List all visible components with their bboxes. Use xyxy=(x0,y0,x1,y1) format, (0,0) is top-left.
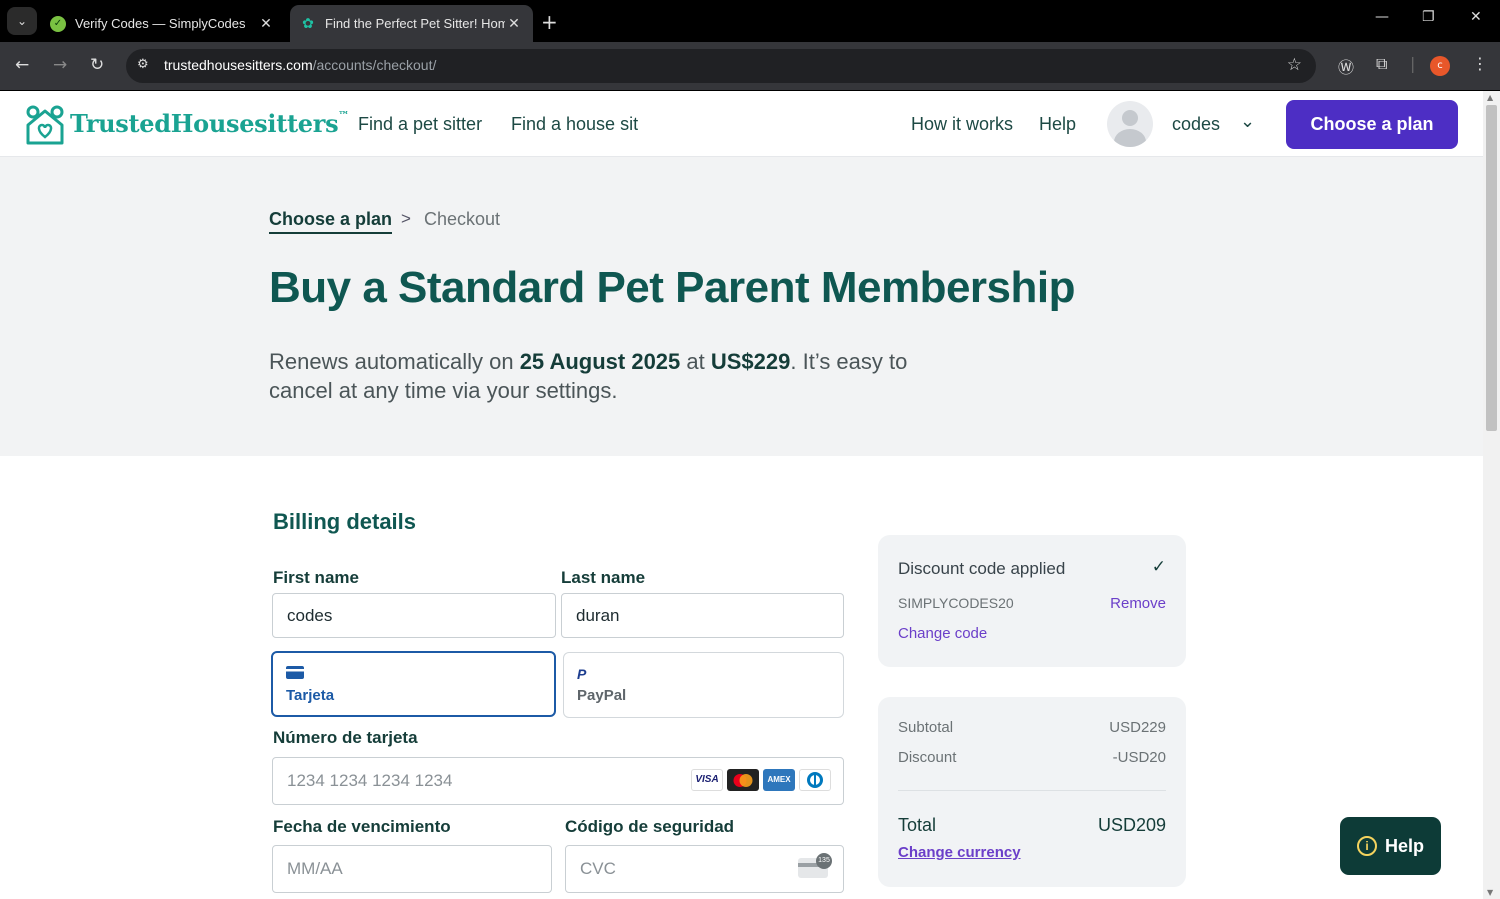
browser-tab-strip: ⌄ ✓ Verify Codes — SimplyCodes ✕ ✿ Find … xyxy=(0,0,1500,42)
subtotal-label: Subtotal xyxy=(898,719,954,736)
house-logo-icon[interactable] xyxy=(24,103,66,147)
close-tab-icon[interactable]: ✕ xyxy=(257,15,275,32)
renewal-notice: Renews automatically on 25 August 2025 a… xyxy=(269,349,908,403)
page-title: Buy a Standard Pet Parent Membership xyxy=(269,263,1076,312)
restore-icon[interactable]: ❐ xyxy=(1422,9,1435,25)
first-name-field[interactable]: codes xyxy=(272,593,556,638)
breadcrumb-choose-plan[interactable]: Choose a plan xyxy=(269,209,393,234)
cvc-label: Código de seguridad xyxy=(565,817,735,836)
tab-search-button[interactable]: ⌄ xyxy=(7,7,37,35)
expiry-label: Fecha de vencimiento xyxy=(273,817,451,836)
card-number-field[interactable]: 1234 1234 1234 1234 VISA AMEX xyxy=(272,757,844,805)
simplycodes-favicon-icon: ✓ xyxy=(50,15,66,32)
payment-method-label: Tarjeta xyxy=(286,687,335,704)
discount-title: Discount code applied xyxy=(898,559,1066,578)
summary-divider xyxy=(898,790,1166,791)
reload-icon[interactable]: ↻ xyxy=(90,55,104,75)
total-label: Total xyxy=(898,815,937,835)
browser-toolbar: ← → ↻ ⚙ trustedhousesitters.com/accounts… xyxy=(0,42,1500,90)
card-number-label: Número de tarjeta xyxy=(273,728,418,747)
first-name-label: First name xyxy=(273,568,359,587)
trustedhousesitters-favicon-icon: ✿ xyxy=(302,15,314,31)
mastercard-icon xyxy=(727,769,759,791)
chevron-down-icon[interactable]: ⌄ xyxy=(1240,111,1255,132)
extensions-puzzle-icon[interactable]: ⧉ xyxy=(1376,54,1387,74)
last-name-label: Last name xyxy=(561,568,646,587)
site-header: TrustedHousesitters™ Find a pet sitter F… xyxy=(0,91,1483,157)
window-close-icon[interactable]: ✕ xyxy=(1470,9,1482,25)
page-viewport: TrustedHousesitters™ Find a pet sitter F… xyxy=(0,91,1483,899)
paypal-icon: P xyxy=(577,666,587,682)
new-tab-icon[interactable]: + xyxy=(541,10,558,34)
toolbar-divider: | xyxy=(1410,54,1416,73)
total-value: USD209 xyxy=(1097,815,1166,835)
nav-find-house-sit[interactable]: Find a house sit xyxy=(511,114,638,135)
nav-how-it-works[interactable]: How it works xyxy=(911,114,1013,135)
profile-avatar[interactable]: c xyxy=(1430,56,1450,76)
card-number-placeholder: 1234 1234 1234 1234 xyxy=(287,771,453,790)
browser-menu-icon[interactable]: ⋮ xyxy=(1472,54,1488,73)
checkout-hero: Choose a plan > Checkout Buy a Standard … xyxy=(0,157,1483,456)
bookmark-star-icon[interactable]: ☆ xyxy=(1287,55,1302,75)
tab-title: Verify Codes — SimplyCodes xyxy=(75,16,246,31)
discount-code: SIMPLYCODES20 xyxy=(898,595,1014,611)
billing-title: Billing details xyxy=(273,509,417,534)
visa-icon: VISA xyxy=(691,769,723,791)
subtotal-value: USD229 xyxy=(1109,719,1166,736)
nav-find-pet-sitter[interactable]: Find a pet sitter xyxy=(358,114,482,135)
chevron-right-icon: > xyxy=(401,209,411,228)
tab-simplycodes[interactable]: ✓ Verify Codes — SimplyCodes ✕ xyxy=(40,5,285,42)
forward-icon[interactable]: → xyxy=(53,55,67,75)
remove-code-link[interactable]: Remove xyxy=(1110,595,1166,612)
change-code-link[interactable]: Change code xyxy=(898,625,987,642)
help-widget-button[interactable]: i Help xyxy=(1340,817,1441,875)
breadcrumb-checkout: Checkout xyxy=(424,209,501,229)
expiry-field[interactable]: MM/AA xyxy=(272,845,552,893)
last-name-field[interactable]: duran xyxy=(561,593,844,638)
diners-icon xyxy=(799,769,831,791)
discount-value: -USD20 xyxy=(1112,749,1166,766)
address-bar[interactable]: ⚙ trustedhousesitters.com/accounts/check… xyxy=(126,49,1316,83)
extension-w-icon[interactable]: Ⓦ xyxy=(1338,54,1354,78)
scrollbar-thumb[interactable] xyxy=(1486,105,1497,431)
close-tab-icon[interactable]: ✕ xyxy=(505,15,523,32)
cvc-placeholder: CVC xyxy=(580,859,616,878)
change-currency-link[interactable]: Change currency xyxy=(898,844,1021,861)
payment-method-label: PayPal xyxy=(577,687,627,704)
credit-card-icon xyxy=(286,666,304,682)
brand-logo[interactable]: TrustedHousesitters™ xyxy=(70,109,349,138)
info-icon: i xyxy=(1356,836,1377,856)
scroll-up-icon[interactable]: ▲ xyxy=(1487,93,1493,102)
site-info-icon[interactable]: ⚙ xyxy=(137,57,149,72)
url-text: trustedhousesitters.com/accounts/checkou… xyxy=(164,57,437,73)
order-summary: Subtotal USD229 Discount -USD20 Total US… xyxy=(878,697,1186,887)
discount-panel: Discount code applied ✓ SIMPLYCODES20 Re… xyxy=(878,535,1186,667)
back-icon[interactable]: ← xyxy=(15,55,29,75)
choose-plan-button[interactable]: Choose a plan xyxy=(1286,100,1458,149)
scroll-down-icon[interactable]: ▼ xyxy=(1487,888,1493,897)
tab-trustedhousesitters[interactable]: ✿ Find the Perfect Pet Sitter! Hom ✕ xyxy=(290,5,533,42)
help-widget-label: Help xyxy=(1384,835,1424,856)
cvc-field[interactable]: CVC 135 xyxy=(565,845,844,893)
user-name[interactable]: codes xyxy=(1172,114,1220,135)
payment-method-paypal[interactable]: P PayPal xyxy=(563,652,844,718)
payment-method-card[interactable]: Tarjeta xyxy=(271,651,556,717)
discount-label: Discount xyxy=(898,749,957,766)
check-icon: ✓ xyxy=(1151,557,1166,576)
minimize-icon[interactable]: — xyxy=(1375,9,1389,25)
tab-title: Find the Perfect Pet Sitter! Hom xyxy=(325,16,505,31)
cvc-card-icon: 135 xyxy=(798,853,832,878)
nav-help[interactable]: Help xyxy=(1039,114,1076,135)
user-avatar[interactable] xyxy=(1107,101,1153,147)
page-scrollbar[interactable]: ▲ ▼ xyxy=(1483,91,1500,899)
amex-icon: AMEX xyxy=(763,769,795,791)
